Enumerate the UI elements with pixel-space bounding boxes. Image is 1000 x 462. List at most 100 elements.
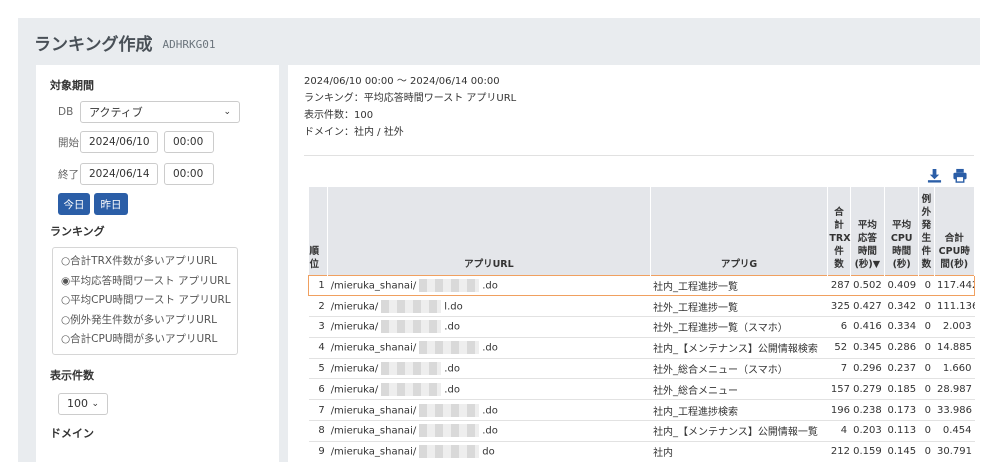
display-count-label: 表示件数 — [50, 368, 94, 382]
ranking-option[interactable]: ○合計CPU時間が多いアプリURL — [61, 330, 229, 350]
table-row[interactable]: 2/mieruka/l.do 社外_工程進捗一覧 325 0.427 0.342 0 111… — [308, 295, 975, 318]
cell-avg-cpu: 0.113 — [884, 420, 919, 442]
cell-app: 社内_工程進捗検索 — [650, 399, 828, 422]
table-row[interactable]: 6/mieruka/ .do 社外_総合メニュー 157 0.279 0.185 0 28.9… — [308, 378, 975, 401]
start-date-input[interactable]: 2024/06/10 — [80, 131, 158, 153]
url-suffix: l.do — [444, 301, 463, 313]
header-url[interactable]: アプリURL — [327, 187, 651, 275]
cell-avg-resp: 0.279 — [850, 378, 885, 401]
results-panel: 2024/06/10 00:00 ～ 2024/06/14 00:00 ランキン… — [288, 65, 980, 462]
url-suffix: .do — [444, 363, 460, 375]
redacted-segment — [419, 445, 480, 459]
redacted-segment — [419, 424, 480, 438]
cell-avg-cpu: 0.237 — [884, 358, 919, 380]
url-prefix: /mieruka_shanai/ — [330, 405, 417, 417]
cell-app: 社外_総合メニュー（スマホ） — [650, 358, 828, 380]
page-code: ADHRKG01 — [162, 37, 216, 51]
ranking-option[interactable]: ○例外発生件数が多いアプリURL — [61, 311, 229, 331]
cell-avg-cpu: 0.342 — [884, 295, 919, 318]
download-icon[interactable] — [927, 168, 942, 186]
cell-avg-cpu: 0.173 — [884, 399, 919, 422]
table-row[interactable]: 8/mieruka_shanai/.do 社内_【メンテナンス】公開情報一覧 4 0.… — [308, 420, 975, 442]
table-row[interactable]: 1/mieruka_shanai/ .do 社内_工程進捗一覧 287 0.502 0.4… — [307, 274, 976, 297]
cell-url: /mieruka_shanai/ .do — [327, 420, 651, 442]
end-date-input[interactable]: 2024/06/14 — [80, 163, 158, 185]
cell-exc: 0 — [918, 274, 935, 297]
divider — [304, 155, 974, 156]
cell-avg-resp: 0.203 — [850, 420, 885, 442]
header-exc[interactable]: 例 外 発 生 件 数 — [918, 187, 935, 275]
cell-trx: 212 — [827, 441, 851, 462]
url-prefix: /mieruka/ — [330, 301, 379, 313]
end-label: 終了 — [58, 168, 79, 181]
cell-total-cpu: 0.454 — [934, 420, 975, 442]
table-row[interactable]: 4/mieruka_shanai/.do 社内_【メンテナンス】公開情報検索 52 0… — [308, 337, 975, 359]
redacted-segment — [419, 341, 480, 355]
end-time-input[interactable]: 00:00 — [164, 163, 214, 185]
url-prefix: /mieruka/ — [330, 363, 379, 375]
db-select[interactable]: アクティブ ⌄ — [80, 101, 240, 123]
cell-avg-resp: 0.416 — [850, 316, 885, 338]
table-row[interactable]: 9/mieruka_shanai/do 社内 212 0.159 0.145 0 30.79… — [308, 441, 975, 462]
title-bar: ランキング作成 ADHRKG01 — [18, 18, 980, 66]
today-button[interactable]: 今日 — [58, 193, 90, 215]
header-avg-resp[interactable]: 平均 応答 時間 (秒)▼ — [850, 187, 886, 275]
start-label: 開始 — [58, 136, 79, 149]
start-time-input[interactable]: 00:00 — [164, 131, 214, 153]
domain-label: ドメイン — [50, 426, 94, 440]
cell-trx: 6 — [827, 316, 851, 338]
cell-url: /mieruka_shanai/ .do — [327, 337, 651, 359]
yesterday-button[interactable]: 昨日 — [94, 193, 128, 215]
header-rank[interactable]: 順 位 — [308, 187, 329, 275]
cell-rank: 9 — [308, 441, 328, 462]
cell-url: /mieruka_shanai/do — [327, 441, 651, 462]
cell-exc: 0 — [918, 399, 935, 422]
ranking-label: ランキング — [50, 225, 105, 238]
redacted-segment — [419, 403, 480, 417]
cell-avg-resp: 0.345 — [850, 337, 885, 359]
chevron-down-icon: ⌄ — [223, 107, 231, 117]
cell-avg-resp: 0.238 — [850, 399, 885, 422]
url-prefix: /mieruka_shanai/ — [330, 425, 417, 437]
table-row[interactable]: 5/mieruka/ .do 社外_総合メニュー（スマホ） 7 0.296 0.237 0 1… — [308, 358, 975, 380]
header-total-cpu[interactable]: 合計 CPU時 間(秒) — [934, 187, 976, 275]
header-app[interactable]: アプリG — [650, 187, 829, 275]
page-title: ランキング作成 — [34, 34, 153, 55]
header-trx[interactable]: 合 計 TRX 件 数 — [827, 187, 851, 275]
cell-url: /mieruka/l.do — [327, 295, 651, 318]
cell-avg-resp: 0.427 — [850, 295, 885, 318]
cell-rank: 7 — [308, 399, 328, 422]
chevron-down-icon: ⌄ — [91, 398, 99, 409]
cell-rank: 8 — [308, 420, 328, 442]
cell-total-cpu: 30.791 — [934, 441, 975, 462]
cell-app: 社内_【メンテナンス】公開情報検索 — [650, 337, 828, 359]
redacted-segment — [381, 320, 442, 334]
cell-url: /mieruka/ .do — [327, 358, 651, 380]
header-avg-cpu[interactable]: 平均 CPU 時間 (秒) — [884, 187, 920, 275]
cell-app: 社内 — [650, 441, 828, 462]
url-suffix: .do — [482, 342, 498, 354]
cell-trx: 52 — [827, 337, 851, 359]
table-row[interactable]: 7/mieruka_shanai/ .do 社内_工程進捗検索 196 0.238 0.1… — [308, 399, 975, 422]
db-label: DB — [58, 106, 74, 118]
cell-rank: 2 — [308, 295, 328, 318]
table-row[interactable]: 3/mieruka/ .do 社外_工程進捗一覧（スマホ） 6 0.416 0.334 0 2… — [308, 316, 975, 338]
cell-total-cpu: 111.136 — [934, 295, 975, 318]
ranking-option[interactable]: ○平均CPU時間ワースト アプリURL — [61, 291, 231, 311]
cell-trx: 325 — [827, 295, 851, 318]
summary-count: 表示件数：100 — [304, 110, 374, 121]
cell-exc: 0 — [918, 337, 935, 359]
display-count-select[interactable]: 100 ⌄ — [58, 392, 108, 415]
ranking-option[interactable]: ○合計TRX件数が多いアプリURL — [61, 252, 229, 272]
cell-rank: 5 — [308, 358, 328, 380]
ranking-option[interactable]: ◉平均応答時間ワースト アプリURL — [61, 272, 230, 292]
cell-app: 社外_工程進捗一覧 — [650, 295, 828, 318]
url-suffix: .do — [482, 425, 498, 437]
cell-rank: 3 — [308, 316, 328, 338]
cell-trx: 4 — [827, 420, 851, 442]
cell-rank: 6 — [308, 378, 328, 401]
cell-exc: 0 — [918, 316, 935, 338]
print-icon[interactable] — [952, 168, 968, 186]
cell-app: 社外_総合メニュー — [650, 378, 828, 401]
summary-period: 2024/06/10 00:00 ～ 2024/06/14 00:00 — [304, 76, 500, 87]
